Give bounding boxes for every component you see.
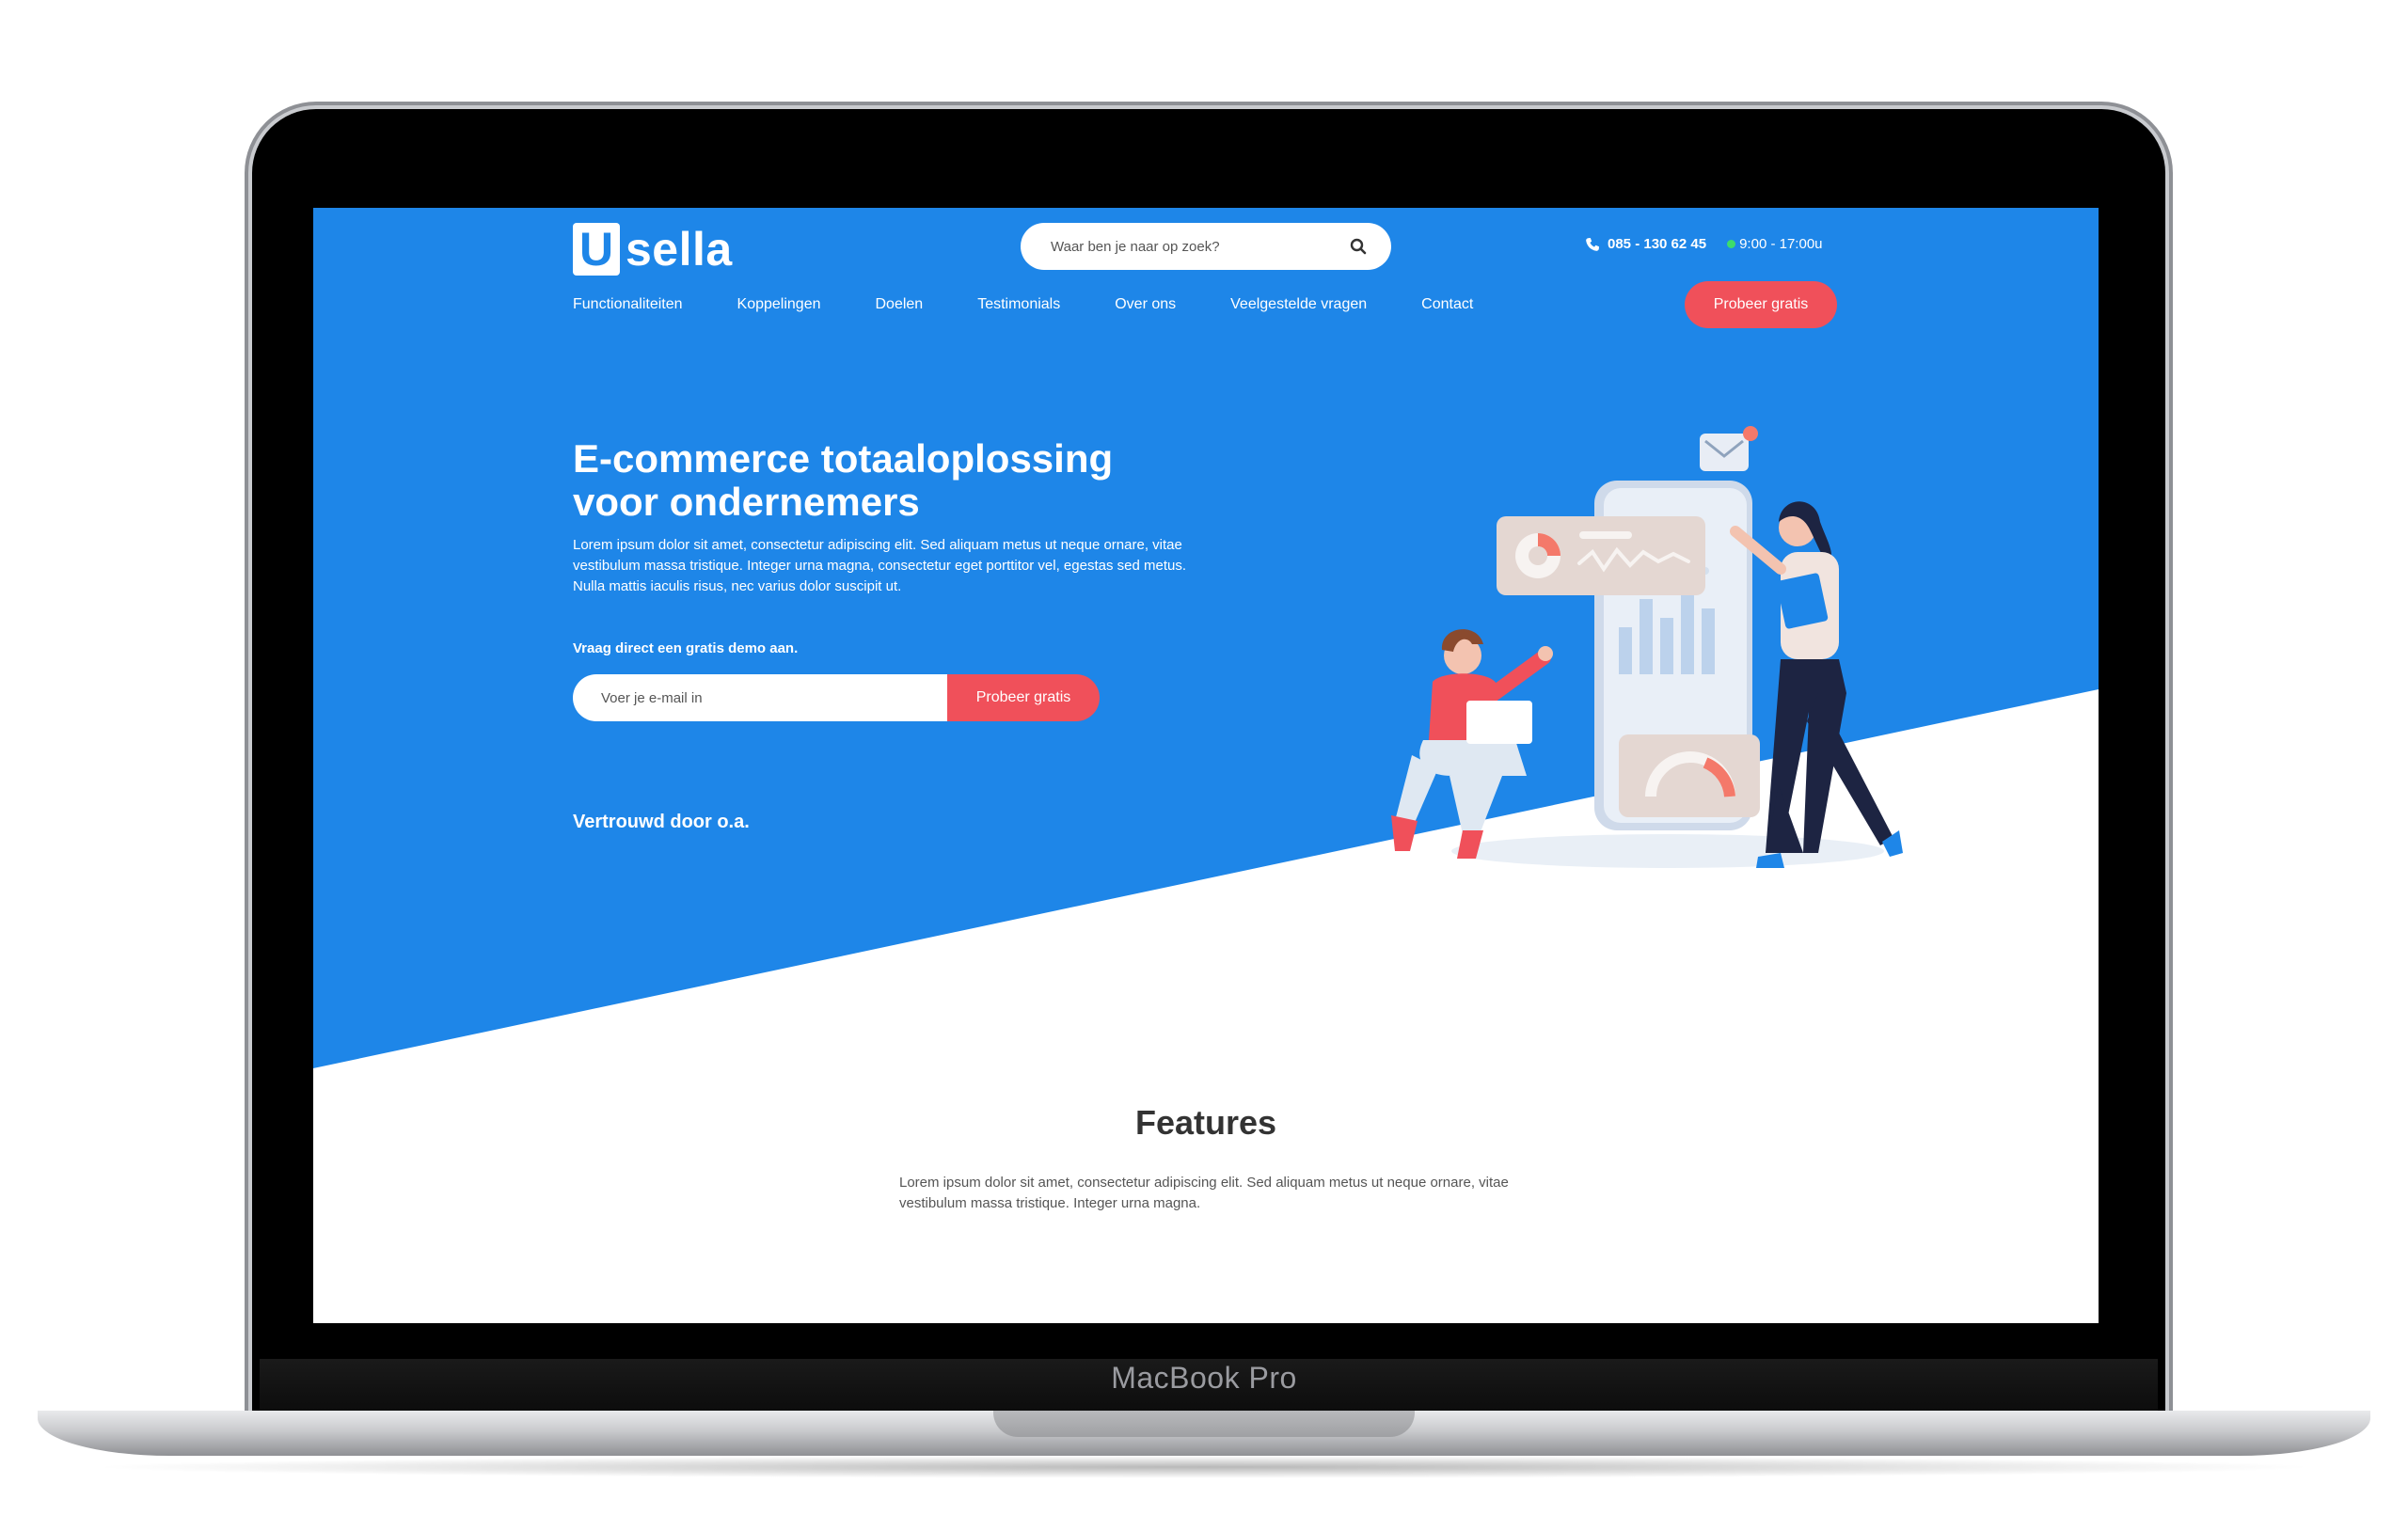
nav-item-doelen[interactable]: Doelen [875, 296, 923, 313]
phone-number[interactable]: 085 - 130 62 45 [1608, 236, 1706, 252]
contact-info: 085 - 130 62 45 9:00 - 17:00u [1585, 236, 1823, 252]
email-field[interactable] [573, 674, 977, 721]
nav-item-functionaliteiten[interactable]: Functionaliteiten [573, 296, 683, 313]
nav-item-over-ons[interactable]: Over ons [1115, 296, 1176, 313]
laptop-notch [993, 1411, 1415, 1437]
features-title: Features [1134, 1103, 1277, 1142]
nav-item-contact[interactable]: Contact [1421, 296, 1473, 313]
device-label: MacBook Pro [1111, 1361, 1297, 1395]
laptop-shadow [85, 1456, 2323, 1478]
signup-form: Probeer gratis [573, 674, 1100, 721]
phone-icon [1586, 237, 1599, 251]
signup-button[interactable]: Probeer gratis [947, 674, 1100, 721]
site-logo[interactable]: U sella [573, 221, 733, 277]
nav-item-koppelingen[interactable]: Koppelingen [737, 296, 821, 313]
features-description: Lorem ipsum dolor sit amet, consectetur … [899, 1175, 1509, 1211]
search-icon[interactable] [1350, 238, 1367, 255]
search-bar [1021, 223, 1391, 270]
website-screen: U sella 085 - 130 62 45 9:00 - 17:00u Fu… [313, 208, 2099, 1323]
hero-illustration [1391, 426, 1903, 868]
status-dot [1727, 240, 1736, 248]
hero-title: E-commerce totaaloplossing voor ondernem… [573, 436, 1114, 524]
nav-item-testimonials[interactable]: Testimonials [977, 296, 1060, 313]
logo-mark: U [573, 223, 620, 276]
search-input[interactable] [1049, 237, 1335, 256]
demo-label: Vraag direct een gratis demo aan. [573, 640, 799, 656]
hero-description: Lorem ipsum dolor sit amet, consectetur … [573, 537, 1186, 594]
logo-text: sella [626, 223, 733, 276]
opening-hours: 9:00 - 17:00u [1739, 236, 1823, 252]
trusted-by-label: Vertrouwd door o.a. [573, 812, 750, 832]
nav-item-veelgestelde-vragen[interactable]: Veelgestelde vragen [1230, 296, 1367, 313]
main-navigation: Functionaliteiten Koppelingen Doelen Tes… [573, 296, 1528, 313]
try-free-button[interactable]: Probeer gratis [1685, 281, 1837, 328]
